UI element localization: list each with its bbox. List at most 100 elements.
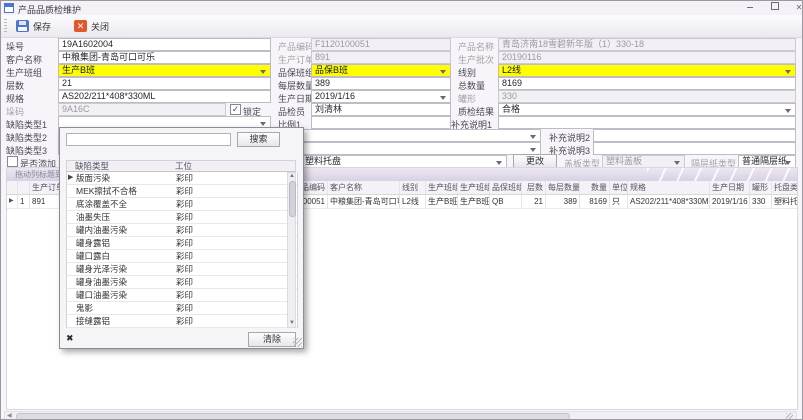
defect-type-cell[interactable]: 底涂覆盖不全 [76,198,176,210]
change-button[interactable]: 更改 [513,154,557,168]
line-combo[interactable]: L2线 [498,64,796,77]
station-cell[interactable]: 彩印 [176,237,297,249]
spec-field[interactable]: AS202/211*408*330ML [58,90,271,103]
production-team-combo[interactable]: 生产B班 [58,64,271,77]
grid-cell[interactable]: 生产B班 [426,195,458,208]
defect-type-cell[interactable]: 油墨失压 [76,211,176,223]
station-cell[interactable]: 彩印 [176,302,297,314]
add-new-checkbox[interactable] [7,156,18,167]
hscroll-thumb[interactable] [16,413,570,420]
station-cell[interactable]: 彩印 [176,224,297,236]
grid-cell[interactable]: 1 [18,195,30,208]
close-window-icon[interactable] [790,2,803,13]
supplement3-field[interactable] [593,142,796,155]
grid-column-header[interactable]: 客户名称 [328,181,400,194]
defect-list-row[interactable]: ▶版面污染彩印 [67,172,297,185]
minimize-icon[interactable] [741,2,759,13]
lock-checkbox[interactable]: ✓ [230,104,241,115]
station-cell[interactable]: 彩印 [176,263,297,275]
scroll-left-icon[interactable]: ◀ [7,413,12,419]
station-cell[interactable]: 彩印 [176,276,297,288]
inspection-result-combo[interactable]: 合格 [498,103,796,116]
horizontal-scrollbar[interactable]: ◀ [4,411,797,420]
grid-cell[interactable]: 21 [522,195,546,208]
defect-type-cell[interactable]: 接缝露铝 [76,315,176,327]
grid-cell[interactable]: 330 [750,195,772,208]
defect-list-row[interactable]: MEK擦拭不合格彩印 [67,185,297,198]
grid-column-header[interactable]: 品保班组 [490,181,522,194]
defect-list-row[interactable]: 罐口油墨污染彩印 [67,289,297,302]
production-date-picker[interactable]: 2019/1/16 [311,90,451,103]
grid-cell[interactable]: AS202/211*408*330ML [628,195,710,208]
qa-team-combo[interactable]: 品保B班 [311,64,451,77]
grid-column-header[interactable] [18,181,30,194]
stack-no-field[interactable]: 19A1602004 [58,38,271,51]
defect-list-row[interactable]: 接缝露铝彩印 [67,315,297,328]
grid-cell[interactable]: 2019/1/16 [710,195,750,208]
defect-list-row[interactable]: 罐身油墨污染彩印 [67,276,297,289]
grid-column-header[interactable]: 单位 [610,181,628,194]
station-cell[interactable]: 彩印 [176,211,297,223]
scroll-thumb[interactable] [289,181,296,217]
defect-type-cell[interactable]: 罐身油墨污染 [76,276,176,288]
search-button[interactable]: 搜索 [237,132,280,147]
station-cell[interactable]: 彩印 [176,250,297,262]
defect-type-cell[interactable]: 罐身露铝 [76,237,176,249]
grid-column-header[interactable]: 每层数量 [546,181,580,194]
supplement1-field[interactable] [498,116,796,129]
grid-column-header[interactable]: 生产班组 [426,181,458,194]
hscroll-grip[interactable] [786,413,793,419]
grid-column-header[interactable]: 托盘类型 [772,181,798,194]
defect-type-cell[interactable]: 罐口油墨污染 [76,289,176,301]
grid-cell[interactable]: 生产B班 [458,195,490,208]
maximize-icon[interactable] [766,2,784,13]
grid-cell[interactable]: L2线 [400,195,426,208]
layers-field[interactable]: 21 [58,77,271,90]
station-column-header[interactable]: 工位 [175,161,295,171]
defect-list-row[interactable]: 底涂覆盖不全彩印 [67,198,297,211]
defect-list-row[interactable]: 罐内油墨污染彩印 [67,224,297,237]
scroll-down-icon[interactable]: ▼ [289,321,294,326]
defect-list-row[interactable]: 罐口露白彩印 [67,250,297,263]
defect-type-cell[interactable]: 鬼影 [76,302,176,314]
clear-button[interactable]: 清除 [248,332,296,347]
inspector-field[interactable]: 刘清林 [311,103,451,116]
grid-column-header[interactable]: 规格 [628,181,710,194]
defect-list-row[interactable]: 鬼影彩印 [67,302,297,315]
grid-column-header[interactable]: 层数 [522,181,546,194]
defect-type-cell[interactable]: MEK擦拭不合格 [76,185,176,197]
grid-cell[interactable]: 只 [610,195,628,208]
customer-name-field[interactable]: 中粮集团-青岛可口可乐 [58,51,271,64]
ratio1-field[interactable] [311,116,451,129]
grid-cell[interactable]: 中粮集团-青岛可口可乐 [328,195,400,208]
panel-close-icon[interactable]: ✖ [66,334,74,343]
defect-type-column-header[interactable]: 缺陷类型 [75,161,175,171]
grid-column-header[interactable]: 线别 [400,181,426,194]
defect-list-scrollbar[interactable]: ▲ ▼ [287,172,296,328]
station-cell[interactable]: 彩印 [176,198,297,210]
defect-search-input[interactable] [66,133,231,146]
defect-type-cell[interactable]: 罐口露白 [76,250,176,262]
grid-column-header[interactable]: 生产班组 [458,181,490,194]
close-button[interactable]: 关闭 [69,17,114,35]
defect-list-row[interactable]: 罐身光泽污染彩印 [67,263,297,276]
defect-type-cell[interactable]: 罐身光泽污染 [76,263,176,275]
defect-type-cell[interactable]: 罐内油墨污染 [76,224,176,236]
grid-cell[interactable]: 8169 [580,195,610,208]
per-layer-qty-field[interactable]: 389 [311,77,451,90]
grid-column-header[interactable]: 数量 [580,181,610,194]
defect-type-cell[interactable]: 版面污染 [76,172,176,184]
defect-list-row[interactable]: 罐身露铝彩印 [67,237,297,250]
station-cell[interactable]: 彩印 [176,185,297,197]
grid-cell[interactable]: 389 [546,195,580,208]
scroll-up-icon[interactable]: ▲ [289,174,294,179]
defect-list-row[interactable]: 油墨失压彩印 [67,211,297,224]
station-cell[interactable]: 彩印 [176,315,297,327]
save-button[interactable]: 保存 [11,17,56,35]
grid-column-header[interactable]: 生产日期 [710,181,750,194]
station-cell[interactable]: 彩印 [176,172,297,184]
grid-column-header[interactable]: 罐形 [750,181,772,194]
grid-cell[interactable]: QB [490,195,522,208]
supplement2-field[interactable] [593,129,796,142]
station-cell[interactable]: 彩印 [176,289,297,301]
